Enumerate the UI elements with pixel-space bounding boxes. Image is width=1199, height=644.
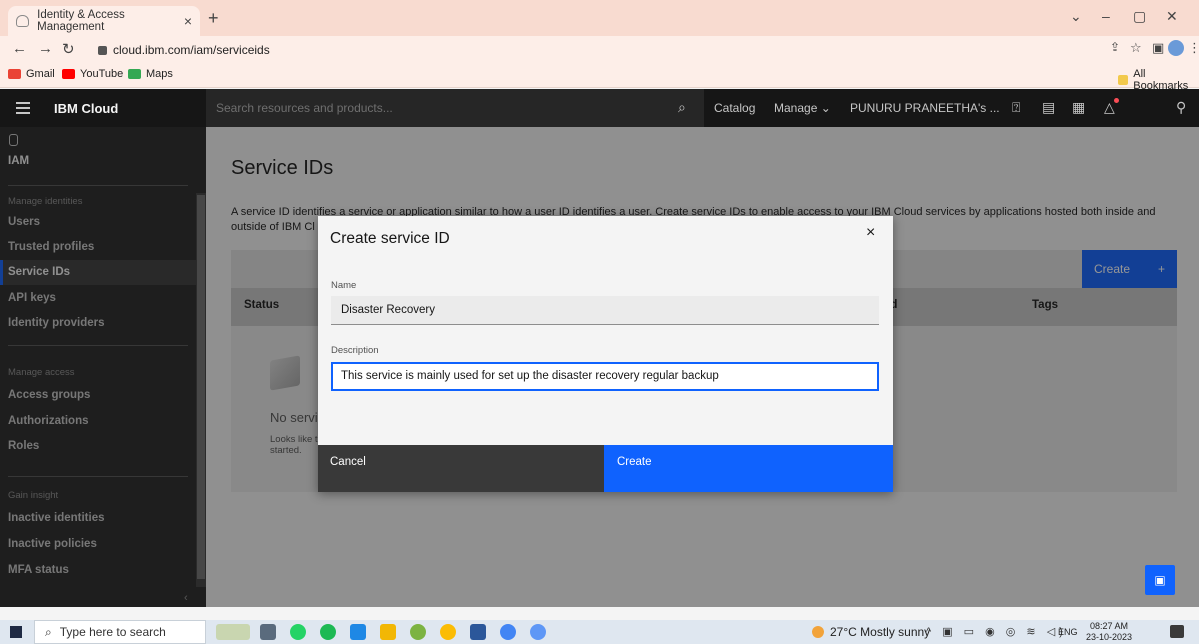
search-placeholder: Search resources and products... (216, 101, 393, 115)
notification-dot (1114, 98, 1119, 103)
url-text: cloud.ibm.com/iam/serviceids (113, 43, 270, 57)
brand-logo[interactable]: IBM Cloud (54, 101, 118, 116)
close-window-icon[interactable]: ✕ (1166, 8, 1178, 25)
windows-start-icon[interactable] (10, 626, 22, 638)
widget-icon[interactable] (216, 624, 250, 640)
maps-icon (128, 69, 141, 79)
clock[interactable]: 08:27 AM 23-10-2023 (1086, 621, 1132, 643)
mail-icon[interactable] (350, 624, 366, 640)
cost-estimator-icon[interactable]: ▤ (1042, 99, 1055, 116)
folder-icon (1118, 75, 1129, 85)
help-icon[interactable]: ⍰ (1012, 99, 1020, 116)
reload-icon[interactable]: ↻ (62, 40, 75, 58)
chrome-app-icon[interactable] (530, 624, 546, 640)
taskbar-search-input[interactable]: ⌕ Type here to search (34, 620, 206, 644)
search-icon[interactable]: ⌕ (678, 99, 686, 116)
word-icon[interactable] (470, 624, 486, 640)
catalog-link[interactable]: Catalog (714, 101, 755, 115)
url-field[interactable]: cloud.ibm.com/iam/serviceids (90, 39, 1100, 61)
notification-center-icon[interactable] (1170, 625, 1184, 638)
chevron-down-icon: ⌄ (820, 101, 831, 115)
minimize-icon[interactable]: – (1102, 8, 1110, 24)
cloud-icon (16, 15, 30, 27)
gmail-icon (8, 69, 21, 79)
task-view-icon[interactable] (260, 624, 276, 640)
sun-icon (812, 626, 824, 638)
whatsapp-icon[interactable] (290, 624, 306, 640)
share-icon[interactable]: ⇪ (1110, 40, 1120, 54)
search-icon: ⌕ (45, 624, 52, 639)
modal-title: Create service ID (330, 230, 450, 247)
lock-icon (98, 45, 107, 55)
language-indicator[interactable]: ENG (1058, 627, 1078, 637)
chat-icon[interactable]: ▣ (1145, 565, 1175, 595)
spotify-icon[interactable] (320, 624, 336, 640)
star-icon[interactable]: ☆ (1130, 40, 1142, 56)
browser-tab[interactable]: Identity & Access Management × (8, 6, 200, 36)
bookmark-gmail[interactable]: Gmail (8, 68, 55, 80)
tab-search-icon[interactable]: ⌄ (1070, 8, 1082, 25)
system-tray[interactable]: ^ ▣ ▭ ◉ ◎ ≋ ◁) (926, 625, 1067, 638)
close-icon[interactable]: × (866, 224, 875, 242)
description-label: Description (331, 345, 379, 356)
chrome-profile-icon[interactable] (500, 624, 516, 640)
chrome-icon[interactable] (440, 624, 456, 640)
menu-icon[interactable]: ⋮ (1188, 40, 1199, 56)
weather-widget[interactable]: 27°C Mostly sunny (812, 625, 930, 639)
profile-avatar[interactable] (1168, 40, 1184, 56)
create-button[interactable]: Create (604, 445, 893, 492)
youtube-icon (62, 69, 75, 79)
manage-menu[interactable]: Manage ⌄ (774, 101, 831, 115)
bookmark-youtube[interactable]: YouTube (62, 68, 123, 80)
calendar-icon[interactable]: ▦ (1072, 99, 1085, 116)
user-icon[interactable]: ⚲ (1176, 99, 1186, 116)
sidepanel-icon[interactable]: ▣ (1152, 40, 1164, 56)
file-explorer-icon[interactable] (380, 624, 396, 640)
notification-icon[interactable]: △ (1104, 99, 1115, 116)
cancel-button[interactable]: Cancel (318, 445, 604, 492)
forward-icon[interactable]: → (38, 40, 53, 57)
edge-icon[interactable] (410, 624, 426, 640)
description-field[interactable]: This service is mainly used for set up t… (331, 362, 879, 391)
hamburger-menu-icon[interactable] (16, 102, 30, 114)
close-tab-icon[interactable]: × (184, 13, 192, 29)
name-label: Name (331, 280, 357, 291)
tab-title: Identity & Access Management (37, 9, 125, 33)
bookmark-maps[interactable]: Maps (128, 68, 173, 80)
name-field[interactable]: Disaster Recovery (331, 296, 879, 325)
new-tab-button[interactable]: + (208, 8, 219, 29)
bookmarks-bar (0, 64, 1199, 88)
account-switcher[interactable]: PUNURU PRANEETHA's ... (850, 101, 1000, 115)
back-icon[interactable]: ← (12, 40, 27, 57)
maximize-icon[interactable]: ▢ (1133, 8, 1146, 25)
